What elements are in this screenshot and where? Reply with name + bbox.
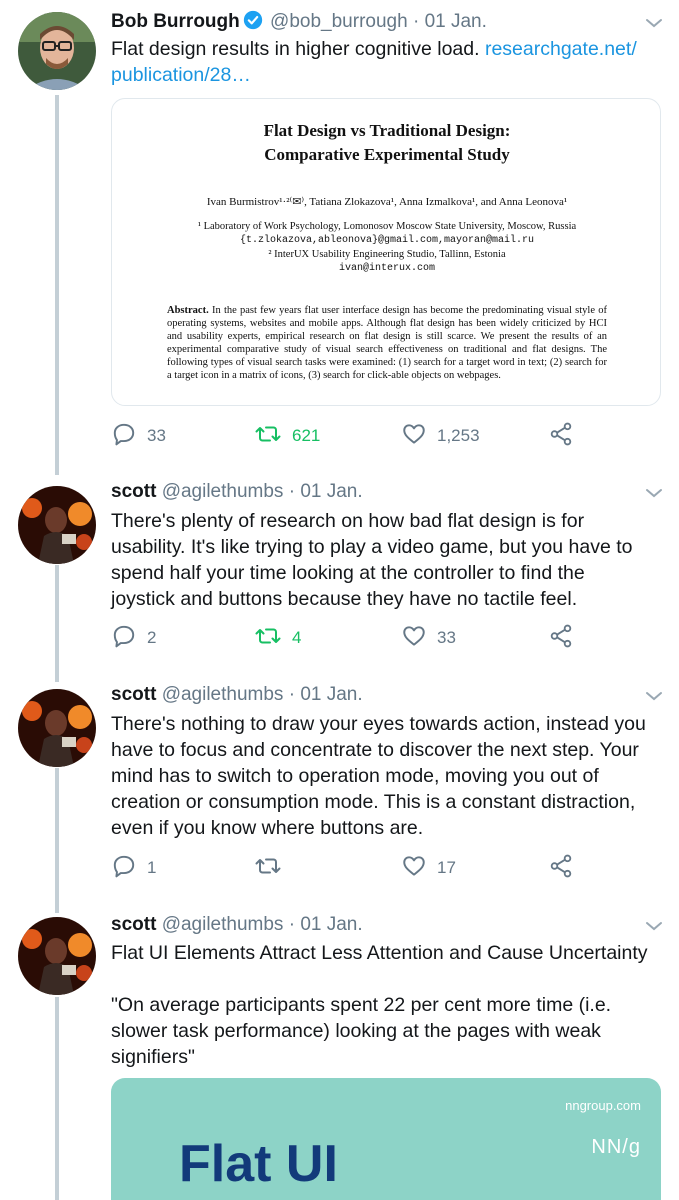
display-name[interactable]: scott: [111, 914, 156, 935]
reply-button[interactable]: 33: [111, 421, 166, 451]
chevron-down-icon[interactable]: [645, 919, 663, 937]
paper-title-line1: Flat Design vs Traditional Design:: [263, 121, 511, 140]
share-button[interactable]: [548, 421, 574, 451]
like-count: 1,253: [437, 426, 480, 445]
timestamp[interactable]: 01 Jan.: [300, 481, 362, 502]
timestamp[interactable]: 01 Jan.: [300, 914, 362, 935]
abstract-text: In the past few years flat user interfac…: [167, 305, 607, 381]
paper-abstract: Abstract. In the past few years flat use…: [167, 304, 607, 382]
reply-count: 1: [147, 858, 157, 877]
paper-affiliation-1: ¹ Laboratory of Work Psychology, Lomonos…: [197, 221, 577, 232]
reply-count: 2: [147, 628, 157, 647]
chevron-down-icon[interactable]: [645, 486, 663, 504]
timestamp[interactable]: 01 Jan.: [300, 684, 362, 705]
user-handle[interactable]: @bob_burrough: [270, 11, 408, 32]
abstract-label: Abstract.: [167, 305, 209, 316]
share-icon: [548, 623, 574, 654]
like-icon: [401, 853, 427, 884]
tweet-actions: 1 17: [111, 853, 581, 883]
tweet-header: scott @agilethumbs · 01 Jan.: [111, 911, 363, 939]
verified-badge-icon: [243, 10, 263, 39]
user-handle[interactable]: @agilethumbs: [162, 481, 284, 502]
share-icon: [548, 421, 574, 452]
reply-icon: [111, 623, 137, 654]
nngroup-logo: NN/g: [591, 1136, 641, 1158]
tweet-text: There's plenty of research on how bad fl…: [111, 510, 638, 610]
tweet-actions: 2 4 33: [111, 623, 581, 653]
tweet-text: There's nothing to draw your eyes toward…: [111, 713, 652, 839]
like-button[interactable]: 17: [401, 853, 456, 883]
paper-page: Flat Design vs Traditional Design: Compa…: [167, 119, 607, 382]
reply-count: 33: [147, 426, 166, 445]
card-title: Flat UI: [179, 1135, 338, 1193]
chevron-down-icon[interactable]: [645, 16, 663, 34]
avatar[interactable]: [18, 917, 96, 995]
tweet-header: scott @agilethumbs · 01 Jan.: [111, 681, 363, 709]
tweet-text: Flat design results in higher cognitive …: [111, 36, 651, 88]
link-preview-card[interactable]: nngroup.com NN/g Flat UI: [111, 1078, 661, 1200]
display-name[interactable]: scott: [111, 481, 156, 502]
chevron-down-icon[interactable]: [645, 689, 663, 707]
share-button[interactable]: [548, 853, 574, 883]
reply-button[interactable]: 1: [111, 853, 156, 883]
avatar[interactable]: [18, 486, 96, 564]
display-name[interactable]: Bob Burrough: [111, 11, 240, 32]
card-site-domain: nngroup.com: [565, 1098, 641, 1113]
like-button[interactable]: 33: [401, 623, 456, 653]
share-icon: [548, 853, 574, 884]
avatar[interactable]: [18, 12, 96, 90]
share-button[interactable]: [548, 623, 574, 653]
retweet-icon: [254, 421, 282, 452]
user-handle[interactable]: @agilethumbs: [162, 914, 284, 935]
thread-line: [55, 997, 59, 1200]
tweet-text: Flat UI Elements Attract Less Attention …: [111, 942, 648, 1068]
tweet-header: Bob Burrough @bob_burrough · 01 Jan.: [111, 8, 487, 36]
retweet-button[interactable]: 4: [254, 623, 301, 653]
retweet-icon: [254, 623, 282, 654]
separator: ·: [412, 11, 420, 32]
reply-icon: [111, 421, 137, 452]
paper-authors: Ivan Burmistrov¹·²⁽✉⁾, Tatiana Zlokazova…: [206, 196, 568, 208]
thread-line: [55, 768, 59, 913]
avatar[interactable]: [18, 689, 96, 767]
paper-preview-card[interactable]: Flat Design vs Traditional Design: Compa…: [111, 98, 661, 406]
separator: ·: [288, 914, 296, 935]
tweet-header: scott @agilethumbs · 01 Jan.: [111, 478, 363, 506]
paper-affiliation-2: ² InterUX Usability Engineering Studio, …: [268, 249, 506, 260]
timestamp[interactable]: 01 Jan.: [425, 11, 487, 32]
retweet-count: 4: [292, 628, 302, 647]
retweet-button[interactable]: [254, 853, 282, 883]
like-icon: [401, 421, 427, 452]
tweet-actions: 33 621 1,253: [111, 421, 581, 451]
reply-icon: [111, 853, 137, 884]
separator: ·: [288, 684, 296, 705]
retweet-count: 621: [292, 426, 321, 445]
paper-email-2: ivan@interux.com: [338, 263, 435, 274]
like-button[interactable]: 1,253: [401, 421, 480, 451]
paper-email-1: {t.zlokazova,ableonova}@gmail.com,mayora…: [239, 235, 535, 246]
tweet-body-text: Flat design results in higher cognitive …: [111, 38, 485, 60]
display-name[interactable]: scott: [111, 684, 156, 705]
like-icon: [401, 623, 427, 654]
like-count: 33: [437, 628, 456, 647]
user-handle[interactable]: @agilethumbs: [162, 684, 284, 705]
thread-line: [55, 95, 59, 475]
reply-button[interactable]: 2: [111, 623, 156, 653]
retweet-icon: [254, 853, 282, 884]
separator: ·: [288, 481, 296, 502]
thread-line: [55, 565, 59, 682]
paper-title-line2: Comparative Experimental Study: [264, 145, 510, 164]
like-count: 17: [437, 858, 456, 877]
retweet-button[interactable]: 621: [254, 421, 320, 451]
